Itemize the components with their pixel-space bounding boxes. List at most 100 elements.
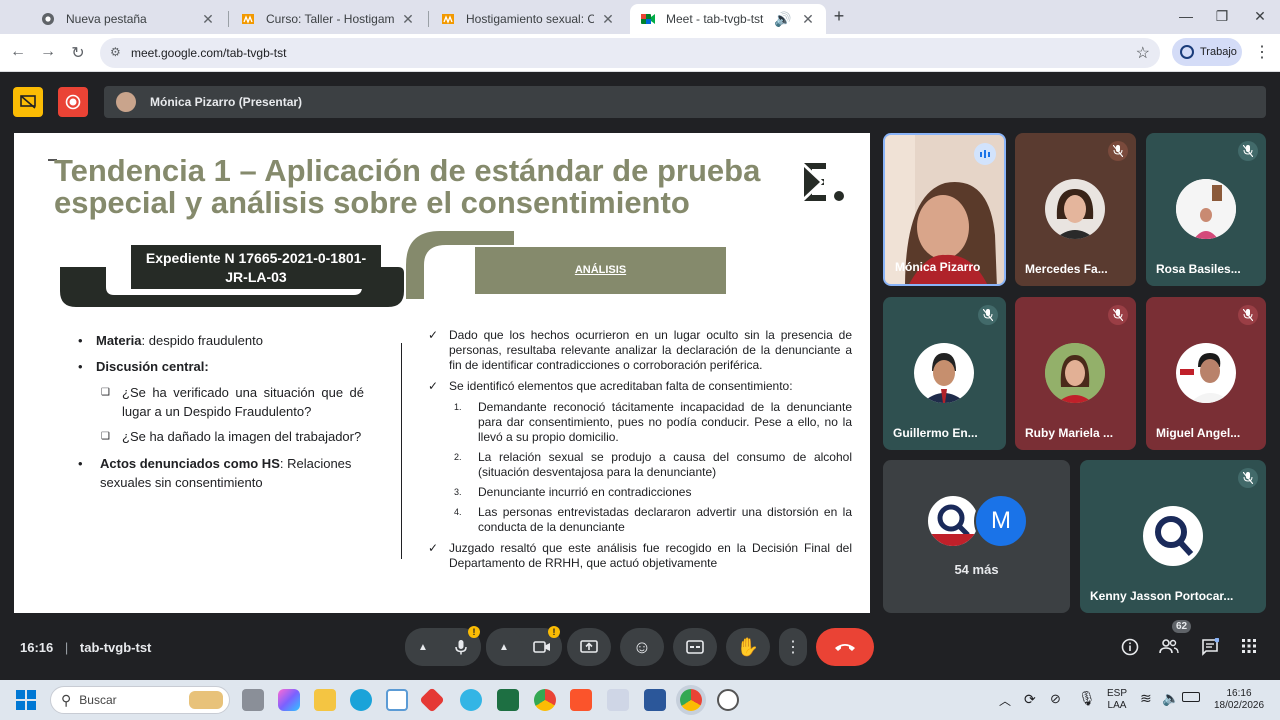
tab-curso-taller[interactable]: Curso: Taller - Hostigamiento se ✕ (230, 4, 426, 34)
audio-options-chevron-icon[interactable]: ▲ (405, 628, 441, 666)
participant-tile-kenny[interactable]: Kenny Jasson Portocar... (1080, 460, 1266, 613)
stop-presenting-button[interactable] (13, 87, 43, 117)
brave-icon[interactable] (570, 689, 592, 711)
app-clock-icon[interactable] (717, 689, 739, 711)
excel-icon[interactable] (497, 689, 519, 711)
new-tab-button[interactable]: + (829, 6, 849, 27)
close-icon[interactable]: ✕ (400, 11, 416, 28)
people-button[interactable] (1158, 638, 1180, 659)
participant-tile-mercedes[interactable]: Mercedes Fa... (1015, 133, 1136, 286)
participant-avatar (1045, 343, 1105, 403)
participant-avatar (914, 343, 974, 403)
present-screen-icon (580, 640, 598, 653)
profile-icon (1180, 45, 1194, 59)
address-toolbar: ← → ↻ ⚙ meet.google.com/tab-tvgb-tst ☆ (0, 34, 1280, 72)
volume-icon[interactable]: 🔈 (1162, 690, 1179, 707)
tray-overflow-icon[interactable]: ︿ (999, 692, 1011, 709)
close-icon[interactable]: ✕ (600, 11, 616, 28)
profile-label: Trabajo (1200, 46, 1237, 58)
camera-icon (533, 641, 550, 653)
participant-tile-miguel[interactable]: Miguel Angel... (1146, 297, 1266, 450)
forward-icon[interactable]: → (38, 43, 58, 61)
check-item: ✓ Juzgado resaltó que este análisis fue … (428, 541, 852, 570)
raise-hand-button[interactable]: ✋ (726, 628, 770, 666)
speaker-icon[interactable]: 🔊 (774, 11, 791, 28)
meeting-info: 16:16 | tab-tvgb-tst (20, 640, 152, 655)
tray-sync-icon[interactable]: ⟳ (1024, 691, 1036, 708)
file-explorer-icon[interactable] (314, 689, 336, 711)
battery-icon[interactable] (1182, 692, 1200, 702)
snipping-tool-icon[interactable] (607, 689, 629, 711)
hand-icon: ✋ (736, 636, 760, 657)
slide-right-column: ✓ Dado que los hechos ocurrieron en un l… (428, 328, 852, 571)
language-indicator[interactable]: ESP LAA (1102, 688, 1132, 712)
meeting-time: 16:16 (20, 640, 54, 655)
close-icon[interactable]: ✕ (800, 11, 816, 28)
participant-tile-guillermo[interactable]: Guillermo En... (883, 297, 1006, 450)
app-globe-icon[interactable] (460, 689, 482, 711)
info-icon (1121, 638, 1139, 656)
check-icon: ✓ (428, 328, 439, 342)
mic-off-icon (1238, 468, 1258, 488)
slide-left-column: • Materia: despido fraudulento • Discusi… (74, 331, 364, 492)
participant-tile-monica[interactable]: Mónica Pizarro (883, 133, 1006, 286)
taskbar-clock[interactable]: 16:16 18/02/2026 (1206, 688, 1272, 712)
mic-off-icon (1108, 305, 1128, 325)
recording-button[interactable] (58, 87, 88, 117)
taskbar-search-input[interactable]: ⚲ Buscar (50, 686, 230, 714)
tray-camera-off-icon[interactable]: ⊘ (1050, 691, 1061, 707)
wifi-icon[interactable]: ≋ (1140, 690, 1152, 707)
minimize-icon[interactable]: — (1176, 8, 1196, 24)
bookmark-star-icon[interactable]: ☆ (1136, 43, 1150, 63)
profile-button[interactable]: Trabajo (1172, 38, 1242, 66)
task-view-icon[interactable] (242, 689, 264, 711)
reload-icon[interactable]: ↻ (68, 43, 88, 63)
materia-label: Materia (96, 333, 142, 348)
tray-mic-icon[interactable]: 🎙 (1078, 690, 1096, 707)
participant-avatar (926, 494, 980, 548)
participant-tile-ruby[interactable]: Ruby Mariela ... (1015, 297, 1136, 450)
chrome-icon (40, 11, 56, 27)
list-item: • Discusión central: (78, 359, 209, 374)
more-options-button[interactable]: ⋮ (779, 628, 807, 666)
chrome-active-icon[interactable] (680, 689, 702, 711)
word-icon[interactable] (644, 689, 666, 711)
present-screen-button[interactable] (567, 628, 611, 666)
close-icon[interactable]: ✕ (200, 11, 216, 28)
tab-meet[interactable]: Meet - tab-tvgb-tst 🔊 ✕ (630, 4, 826, 34)
chrome-taskbar-icon[interactable] (534, 689, 556, 711)
site-info-icon[interactable]: ⚙ (110, 45, 121, 59)
present-off-icon (20, 95, 36, 109)
tab-nueva-pestana[interactable]: Nueva pestaña ✕ (30, 4, 226, 34)
analisis-box: ANÁLISIS (475, 247, 726, 294)
edge-icon[interactable] (350, 689, 372, 711)
mic-off-icon (1238, 141, 1258, 161)
app-red-diamond-icon[interactable] (419, 687, 445, 713)
copilot-icon[interactable] (278, 689, 300, 711)
more-participants-tile[interactable]: M 54 más (883, 460, 1070, 613)
meeting-details-button[interactable] (1119, 638, 1141, 661)
back-icon[interactable]: ← (8, 43, 28, 61)
browser-menu-icon[interactable]: ⋮ (1254, 42, 1270, 62)
participant-tile-rosa[interactable]: Rosa Basiles... (1146, 133, 1266, 286)
list-item: • Actos denunciados como HS: Relaciones … (78, 456, 352, 490)
question-1: ¿Se ha verificado una situación que dé l… (122, 385, 364, 419)
emoji-icon: ☺ (632, 636, 652, 657)
chat-button[interactable] (1199, 637, 1221, 661)
mic-warning-icon: ! (468, 626, 480, 638)
store-icon[interactable] (386, 689, 408, 711)
leave-call-button[interactable] (816, 628, 874, 666)
omnibox[interactable]: ⚙ meet.google.com/tab-tvgb-tst ☆ (100, 38, 1160, 68)
check-icon: ✓ (428, 379, 439, 393)
emoji-reaction-button[interactable]: ☺ (620, 628, 664, 666)
restore-icon[interactable]: ❐ (1212, 8, 1232, 25)
start-button[interactable] (16, 690, 36, 715)
window-close-icon[interactable]: ✕ (1250, 8, 1270, 25)
question-item: ❑ ¿Se ha dañado la imagen del trabajador… (101, 429, 362, 444)
captions-button[interactable] (673, 628, 717, 666)
mic-off-icon (978, 305, 998, 325)
video-options-chevron-icon[interactable]: ▲ (486, 628, 522, 666)
tab-hostigamiento-clase[interactable]: Hostigamiento sexual: Clase 18 ✕ (430, 4, 626, 34)
presented-slide: Tendencia 1 – Aplicación de estándar de … (14, 133, 870, 613)
activities-button[interactable] (1238, 638, 1260, 659)
